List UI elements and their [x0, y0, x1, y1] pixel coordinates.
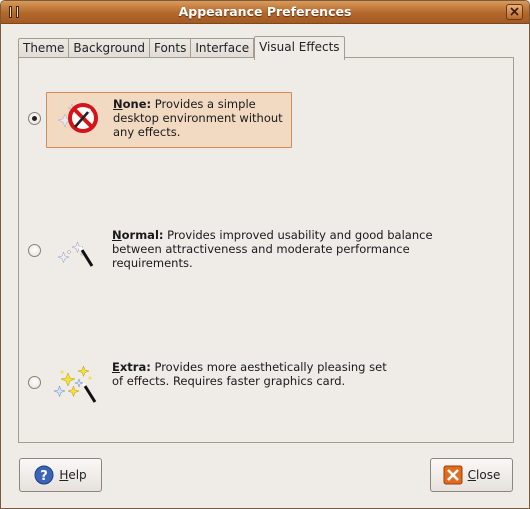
option-extra-line1: Provides more aesthetically pleasing set [150, 360, 387, 374]
help-button[interactable]: ? Help [19, 458, 102, 492]
close-icon [510, 5, 519, 19]
option-none-label[interactable]: None: Provides a simple desktop environm… [46, 92, 292, 148]
help-button-label: Help [59, 468, 86, 482]
tab-theme[interactable]: Theme [18, 38, 70, 59]
window-close-button[interactable] [506, 4, 523, 20]
radio-normal[interactable] [28, 244, 41, 257]
tab-visual-effects[interactable]: Visual Effects [254, 36, 345, 60]
option-none-line1: Provides a simple [151, 97, 256, 111]
option-none-line3: any effects. [113, 125, 181, 139]
option-extra-description: Extra: Provides more aesthetically pleas… [112, 360, 387, 388]
visual-effects-panel: None: Provides a simple desktop environm… [18, 57, 514, 443]
svg-text:?: ? [41, 469, 49, 484]
close-button[interactable]: Close [430, 458, 513, 492]
close-icon [443, 465, 463, 485]
option-none-line2: desktop environment without [113, 111, 283, 125]
tab-bar: Theme Background Fonts Interface Visual … [18, 36, 345, 60]
help-icon: ? [34, 465, 54, 485]
appearance-preferences-window: Appearance Preferences Theme Background … [0, 0, 530, 509]
close-mnemonic: C [467, 468, 477, 482]
option-normal-name: ormal: [121, 228, 164, 242]
radio-none[interactable] [28, 112, 41, 125]
close-label-rest: lose [476, 468, 501, 482]
option-normal-line3: requirements. [112, 256, 193, 270]
option-extra-line2: of effects. Requires faster graphics car… [112, 374, 346, 388]
close-button-label: Close [468, 468, 501, 482]
option-normal-line2: between attractiveness and moderate perf… [112, 242, 410, 256]
tab-background[interactable]: Background [69, 38, 150, 59]
option-normal-description: Normal: Provides improved usability and … [112, 228, 433, 270]
help-mnemonic: H [59, 468, 69, 482]
option-extra-name: xtra: [119, 360, 151, 374]
option-extra-label[interactable]: Extra: Provides more aesthetically pleas… [46, 356, 395, 410]
sparkle-wand-icon [52, 360, 102, 406]
help-label-rest: elp [68, 468, 87, 482]
option-none-mnemonic: N [113, 97, 123, 111]
option-normal-line1: Provides improved usability and good bal… [163, 228, 433, 242]
option-none-description: None: Provides a simple desktop environm… [113, 97, 283, 139]
title-bar[interactable]: Appearance Preferences [1, 1, 529, 24]
no-effects-icon [53, 97, 103, 143]
tab-interface[interactable]: Interface [191, 38, 255, 59]
option-normal-label[interactable]: Normal: Provides improved usability and … [46, 224, 441, 278]
option-normal-mnemonic: N [112, 228, 122, 242]
radio-extra[interactable] [28, 376, 41, 389]
window-title: Appearance Preferences [178, 4, 352, 19]
tab-fonts[interactable]: Fonts [149, 38, 192, 59]
option-none-name: one: [122, 97, 152, 111]
magic-wand-icon [52, 228, 102, 274]
option-extra-mnemonic: E [112, 360, 120, 374]
